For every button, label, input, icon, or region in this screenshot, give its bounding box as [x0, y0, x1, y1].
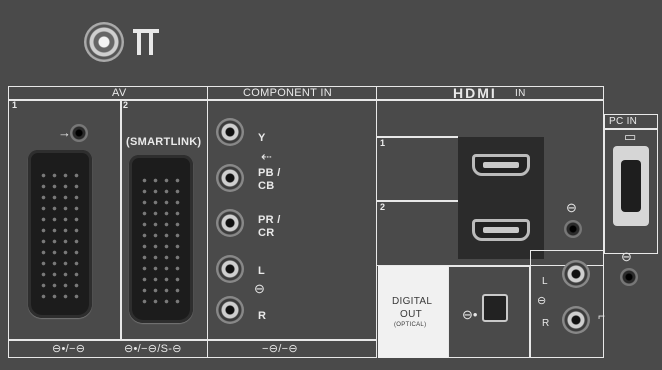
av-slot-1-number: 1: [12, 100, 18, 110]
component-audio-r-jack[interactable]: [216, 296, 244, 324]
pc-audio-r-jack[interactable]: [562, 306, 590, 334]
smartlink-label: (SMARTLINK): [126, 136, 202, 148]
audio-input-icon: ⊖: [621, 249, 632, 264]
hdmi-slot-1-number: 1: [380, 138, 386, 148]
component-y-jack[interactable]: [216, 118, 244, 146]
audio-input-icon: ⊖: [254, 281, 265, 296]
component-y-label: Y: [258, 132, 266, 144]
pc-audio-l-jack[interactable]: [562, 260, 590, 288]
vga-pc-in-port[interactable]: [613, 146, 649, 226]
audio-input-icon: ⊖: [537, 295, 547, 307]
scart-av1-connector[interactable]: [28, 150, 92, 318]
audio-input-icon: ⊖: [566, 200, 577, 215]
component-pr-jack[interactable]: [216, 209, 244, 237]
hdmi-2-port[interactable]: [472, 219, 530, 241]
headphone-icon: ⌐: [598, 309, 606, 323]
av2-footer-label: ⊖•/−⊖/S-⊖: [124, 343, 182, 355]
hdmi-1-port[interactable]: [472, 154, 530, 176]
component-pr-label: PR /: [258, 214, 281, 226]
component-pb-jack[interactable]: [216, 164, 244, 192]
av1-audio-jack[interactable]: [70, 124, 88, 142]
pc-monitor-icon: ▭: [624, 129, 637, 144]
optical-out-port[interactable]: [482, 294, 508, 322]
component-audio-l-label: L: [258, 265, 266, 277]
av-slot-2-number: 2: [123, 100, 129, 110]
optical-output-icon: ⊖•: [462, 307, 478, 322]
component-audio-r-label: R: [258, 310, 267, 322]
tv-rear-panel: AV 1 2 (SMARTLINK) → ⊖•/−⊖ ⊖•/−⊖/S-⊖ COM…: [0, 0, 662, 370]
component-footer-label: −⊖/−⊖: [262, 343, 298, 355]
component-pb-label: PB /: [258, 167, 281, 179]
antenna-icon: [132, 28, 160, 56]
hdmi-in-label: IN: [515, 88, 526, 99]
hdmi-audio-jack[interactable]: [564, 220, 582, 238]
component-cr-label: CR: [258, 227, 275, 239]
hdmi-slot-2-number: 2: [380, 202, 386, 212]
arrow-in-icon: ⇠: [261, 149, 272, 164]
av1-footer-label: ⊖•/−⊖: [52, 343, 86, 355]
pc-audio-r-label: R: [542, 318, 550, 329]
component-cb-label: CB: [258, 180, 275, 192]
digital-out-label: DIGITAL: [392, 296, 433, 307]
component-title: COMPONENT IN: [243, 87, 332, 99]
av-title: AV: [112, 87, 127, 99]
scart-av2-connector[interactable]: [129, 155, 193, 323]
pc-audio-jack[interactable]: [620, 268, 638, 286]
antenna-connector[interactable]: [84, 22, 124, 62]
digital-out-label-2: OUT: [400, 309, 423, 320]
component-audio-l-jack[interactable]: [216, 255, 244, 283]
digital-out-label-3: (OPTICAL): [394, 322, 427, 328]
pc-in-title: PC IN: [609, 116, 638, 127]
av-divider: [120, 99, 122, 339]
pc-audio-l-label: L: [542, 276, 548, 287]
